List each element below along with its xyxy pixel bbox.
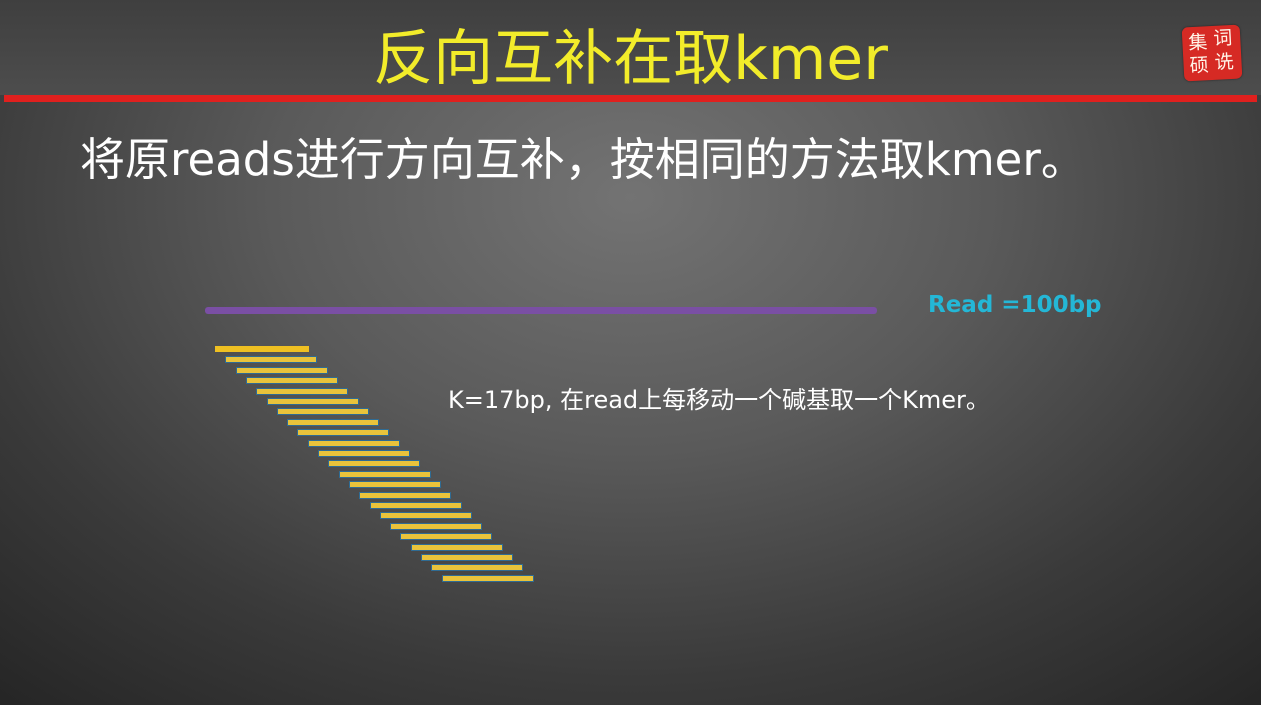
kmer-bar (359, 491, 452, 499)
slide-title: 反向互补在取kmer (373, 24, 888, 94)
kmer-bar (390, 522, 483, 530)
kmer-bar (369, 502, 462, 509)
seal-glyph: 词 (1212, 26, 1233, 50)
kmer-note: K=17bp, 在read上每移动一个碱基取一个Kmer。 (448, 386, 990, 414)
kmer-bar (410, 543, 503, 551)
kmer-bar (421, 554, 513, 561)
seal-glyph: 集 (1187, 31, 1209, 55)
kmer-bar (441, 574, 534, 582)
kmer-bar (400, 533, 493, 541)
kmer-bar (256, 387, 349, 395)
kmer-bar (379, 512, 472, 520)
kmer-bar (266, 398, 359, 405)
seal-glyph: 硕 (1189, 54, 1210, 78)
read-line (205, 307, 877, 314)
kmer-bar (276, 408, 369, 416)
kmer-bar (287, 418, 380, 426)
kmer-stack (0, 0, 1261, 705)
kmer-bar (245, 377, 338, 385)
kmer-bar (431, 564, 524, 572)
seal-glyph: 诜 (1213, 50, 1235, 74)
title-divider (4, 95, 1257, 102)
kmer-bar (235, 366, 328, 374)
slide: 反向互补在取kmer 集 词 硕 诜 将原reads进行方向互补，按相同的方法取… (0, 0, 1261, 705)
kmer-bar (318, 450, 410, 457)
body-text: 将原reads进行方向互补，按相同的方法取kmer。 (80, 133, 1086, 186)
read-length-label: Read =100bp (928, 292, 1102, 318)
kmer-bar (338, 470, 431, 478)
kmer-bar (297, 429, 390, 437)
kmer-bar (348, 481, 441, 489)
kmer-bar (225, 356, 318, 364)
seal-logo: 集 词 硕 诜 (1181, 24, 1243, 82)
kmer-bar (215, 346, 309, 352)
kmer-bar (328, 460, 421, 468)
kmer-bar (307, 439, 400, 447)
